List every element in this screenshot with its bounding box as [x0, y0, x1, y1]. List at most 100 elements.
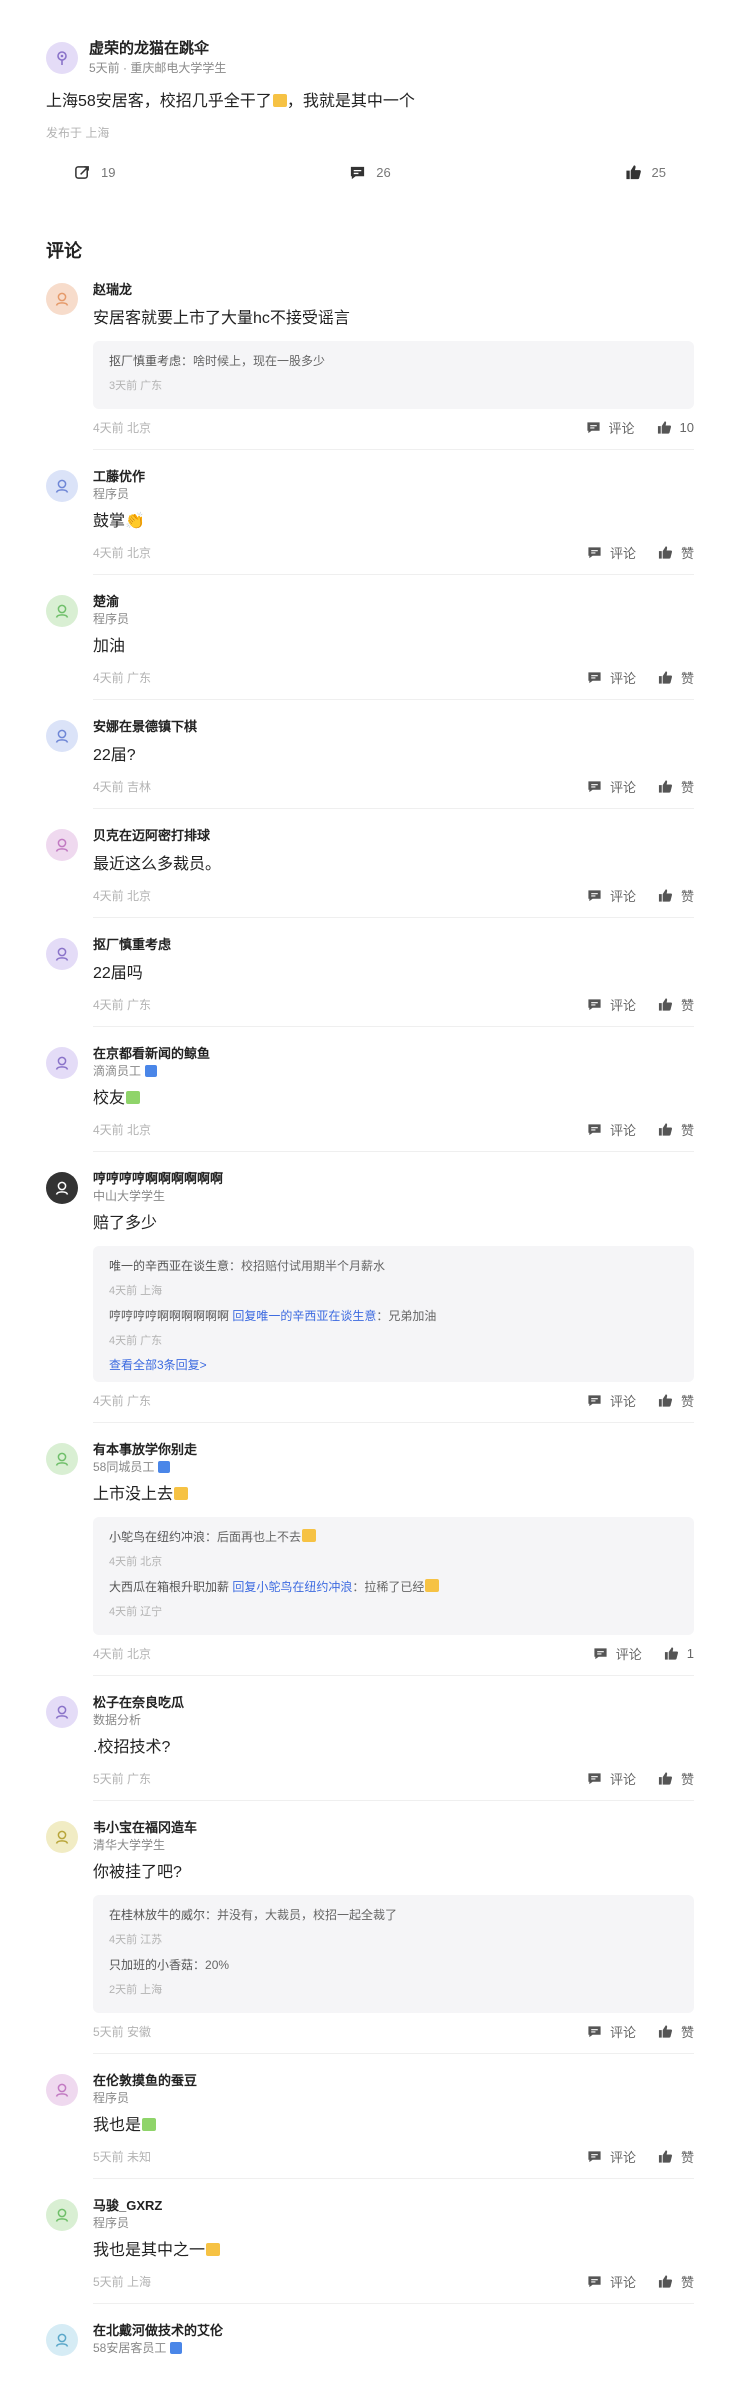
commenter-name[interactable]: 贝克在迈阿密打排球	[93, 827, 694, 845]
comment-like-button[interactable]: 赞	[658, 886, 694, 905]
commenter-avatar[interactable]	[46, 282, 78, 315]
reply-author[interactable]: 在桂林放牛的威尔	[109, 1908, 205, 1922]
comment-item: 韦小宝在福冈造车 清华大学学生 你被挂了吧? 在桂林放牛的威尔：并没有，大裁员，校招一…	[46, 1801, 694, 2054]
commenter-name[interactable]: 工藤优作	[93, 468, 694, 486]
comment-text-body: .校招技术?	[93, 1738, 171, 1756]
reply-text: 20%	[205, 1957, 230, 1972]
view-all-replies-link[interactable]: 查看全部3条回复>	[109, 1356, 678, 1374]
reply-button[interactable]: 评论	[587, 1391, 636, 1410]
commenter-name[interactable]: 赵瑞龙	[93, 281, 694, 299]
comment-like-button[interactable]: 赞	[658, 668, 694, 687]
reply-author[interactable]: 只加班的小香菇	[109, 1958, 193, 1972]
post-author-avatar[interactable]	[46, 41, 78, 74]
comment-like-button[interactable]: 赞	[658, 777, 694, 796]
comment-like-button[interactable]: 赞	[658, 995, 694, 1014]
thumbs-up-icon	[658, 1394, 673, 1407]
comment-like-button[interactable]: 赞	[658, 2272, 694, 2291]
reply-meta: 4天前 北京	[109, 1555, 163, 1568]
commenter-avatar[interactable]	[46, 594, 78, 627]
commenter-name[interactable]: 松子在奈良吃瓜	[93, 1694, 694, 1712]
commenter-name[interactable]: 在北戴河做技术的艾伦	[93, 2322, 694, 2340]
comment-like-button[interactable]: 赞	[658, 2147, 694, 2166]
reply-item[interactable]: 在桂林放牛的威尔：并没有，大裁员，校招一起全裁了 4天前 江苏	[109, 1905, 678, 1949]
reply-author[interactable]: 大西瓜在箱根升职加薪	[109, 1580, 229, 1594]
reply-item[interactable]: 小鸵鸟在纽约冲浪：后面再也上不去 4天前 北京	[109, 1527, 678, 1571]
reply-item[interactable]: 只加班的小香菇：20% 2天前 上海	[109, 1955, 678, 1999]
comment-text-body: 最近这么多裁员。	[93, 855, 222, 873]
commenter-name[interactable]: 有本事放学你别走	[93, 1441, 694, 1459]
commenter-avatar[interactable]	[46, 1046, 78, 1079]
comment-text-body: 上市没上去	[93, 1485, 174, 1503]
reply-item[interactable]: 大西瓜在箱根升职加薪 回复小鸵鸟在纽约冲浪：拉稀了已经 4天前 辽宁	[109, 1577, 678, 1621]
comment-footer: 4天前 北京 评论 赞	[93, 1121, 694, 1139]
post-author-name[interactable]: 虚荣的龙猫在跳伞	[89, 40, 226, 59]
comment-like-button[interactable]: 1	[664, 1646, 694, 1661]
commenter-avatar[interactable]	[46, 1820, 78, 1853]
reply-button[interactable]: 评论	[587, 886, 636, 905]
reply-button[interactable]: 评论	[587, 777, 636, 796]
commenter-avatar[interactable]	[46, 2198, 78, 2231]
reply-button[interactable]: 评论	[587, 1769, 636, 1788]
commenter-avatar[interactable]	[46, 1442, 78, 1475]
commenter-role-text: 58同城员工	[93, 1459, 155, 1474]
commenter-name[interactable]: 哼哼哼哼啊啊啊啊啊啊	[93, 1170, 694, 1188]
emoji-icon	[206, 2242, 221, 2256]
commenter-name[interactable]: 楚渝	[93, 593, 694, 611]
reply-button[interactable]: 评论	[587, 668, 636, 687]
avatar-icon	[55, 1452, 69, 1466]
commenter-name[interactable]: 在伦敦摸鱼的蚕豆	[93, 2072, 694, 2090]
commenter-name[interactable]: 韦小宝在福冈造车	[93, 1819, 694, 1837]
commenter-avatar[interactable]	[46, 2323, 78, 2356]
comment-like-label: 赞	[680, 889, 694, 905]
comment-like-button[interactable]: 赞	[658, 543, 694, 562]
commenter-name[interactable]: 在京都看新闻的鲸鱼	[93, 1045, 694, 1063]
reply-colon: ：	[352, 1579, 365, 1594]
commenter-role: 程序员	[93, 611, 694, 627]
reply-author[interactable]: 唯一的辛西亚在谈生意	[109, 1259, 229, 1273]
share-button[interactable]: 19	[74, 164, 115, 181]
commenter-role: 中山大学学生	[93, 1188, 694, 1204]
comment-button[interactable]: 26	[349, 164, 391, 181]
reply-item[interactable]: 唯一的辛西亚在谈生意：校招赔付试用期半个月薪水 4天前 上海	[109, 1256, 678, 1300]
reply-button[interactable]: 评论	[587, 995, 636, 1014]
commenter-avatar[interactable]	[46, 719, 78, 752]
reply-button[interactable]: 评论	[587, 1120, 636, 1139]
comment-like-button[interactable]: 赞	[658, 1120, 694, 1139]
commenter-avatar[interactable]	[46, 1695, 78, 1728]
comment-like-button[interactable]: 赞	[658, 2022, 694, 2041]
reply-author[interactable]: 抠厂慎重考虑	[109, 354, 181, 368]
comment-like-label: 赞	[680, 1394, 694, 1410]
reply-button[interactable]: 评论	[587, 2147, 636, 2166]
commenter-avatar[interactable]	[46, 828, 78, 861]
reply-author[interactable]: 哼哼哼哼啊啊啊啊啊啊	[109, 1309, 229, 1323]
commenter-avatar[interactable]	[46, 469, 78, 502]
like-button[interactable]: 25	[625, 164, 666, 181]
commenter-avatar[interactable]	[46, 2073, 78, 2106]
commenter-avatar[interactable]	[46, 937, 78, 970]
comment-item: 安娜在景德镇下棋 22届? 4天前 吉林 评论 赞	[46, 700, 694, 809]
commenter-name[interactable]: 马骏_GXRZ	[93, 2197, 694, 2215]
reply-button[interactable]: 评论	[587, 2272, 636, 2291]
commenter-role: 清华大学学生	[93, 1837, 694, 1853]
reply-button[interactable]: 评论	[586, 418, 635, 437]
reply-author[interactable]: 小鸵鸟在纽约冲浪	[109, 1530, 205, 1544]
reply-item[interactable]: 哼哼哼哼啊啊啊啊啊啊 回复唯一的辛西亚在谈生意：兄弟加油 4天前 广东	[109, 1306, 678, 1350]
post-content-text: 上海58安居客，校招几乎全干了	[46, 92, 272, 110]
commenter-name[interactable]: 安娜在景德镇下棋	[93, 718, 694, 736]
reply-target[interactable]: 回复小鸵鸟在纽约冲浪	[232, 1580, 352, 1594]
reply-button[interactable]: 评论	[587, 543, 636, 562]
comment-like-button[interactable]: 赞	[658, 1769, 694, 1788]
reply-item[interactable]: 抠厂慎重考虑：啥时候上，现在一股多少 3天前 广东	[109, 351, 678, 395]
reply-button[interactable]: 评论	[593, 1644, 642, 1663]
post-author-row[interactable]: 虚荣的龙猫在跳伞 5天前 · 重庆邮电大学学生	[46, 40, 694, 76]
comment-item: 在北戴河做技术的艾伦 58安居客员工	[46, 2304, 694, 2368]
comment-like-button[interactable]: 赞	[658, 1391, 694, 1410]
commenter-role: 程序员	[93, 2215, 694, 2231]
reply-target[interactable]: 回复唯一的辛西亚在谈生意	[232, 1309, 376, 1323]
commenter-name[interactable]: 抠厂慎重考虑	[93, 936, 694, 954]
reply-label: 评论	[609, 1772, 636, 1788]
reply-button[interactable]: 评论	[587, 2022, 636, 2041]
comment-like-button[interactable]: 10	[657, 420, 694, 435]
avatar-icon	[55, 838, 69, 852]
commenter-avatar[interactable]	[46, 1171, 78, 1204]
